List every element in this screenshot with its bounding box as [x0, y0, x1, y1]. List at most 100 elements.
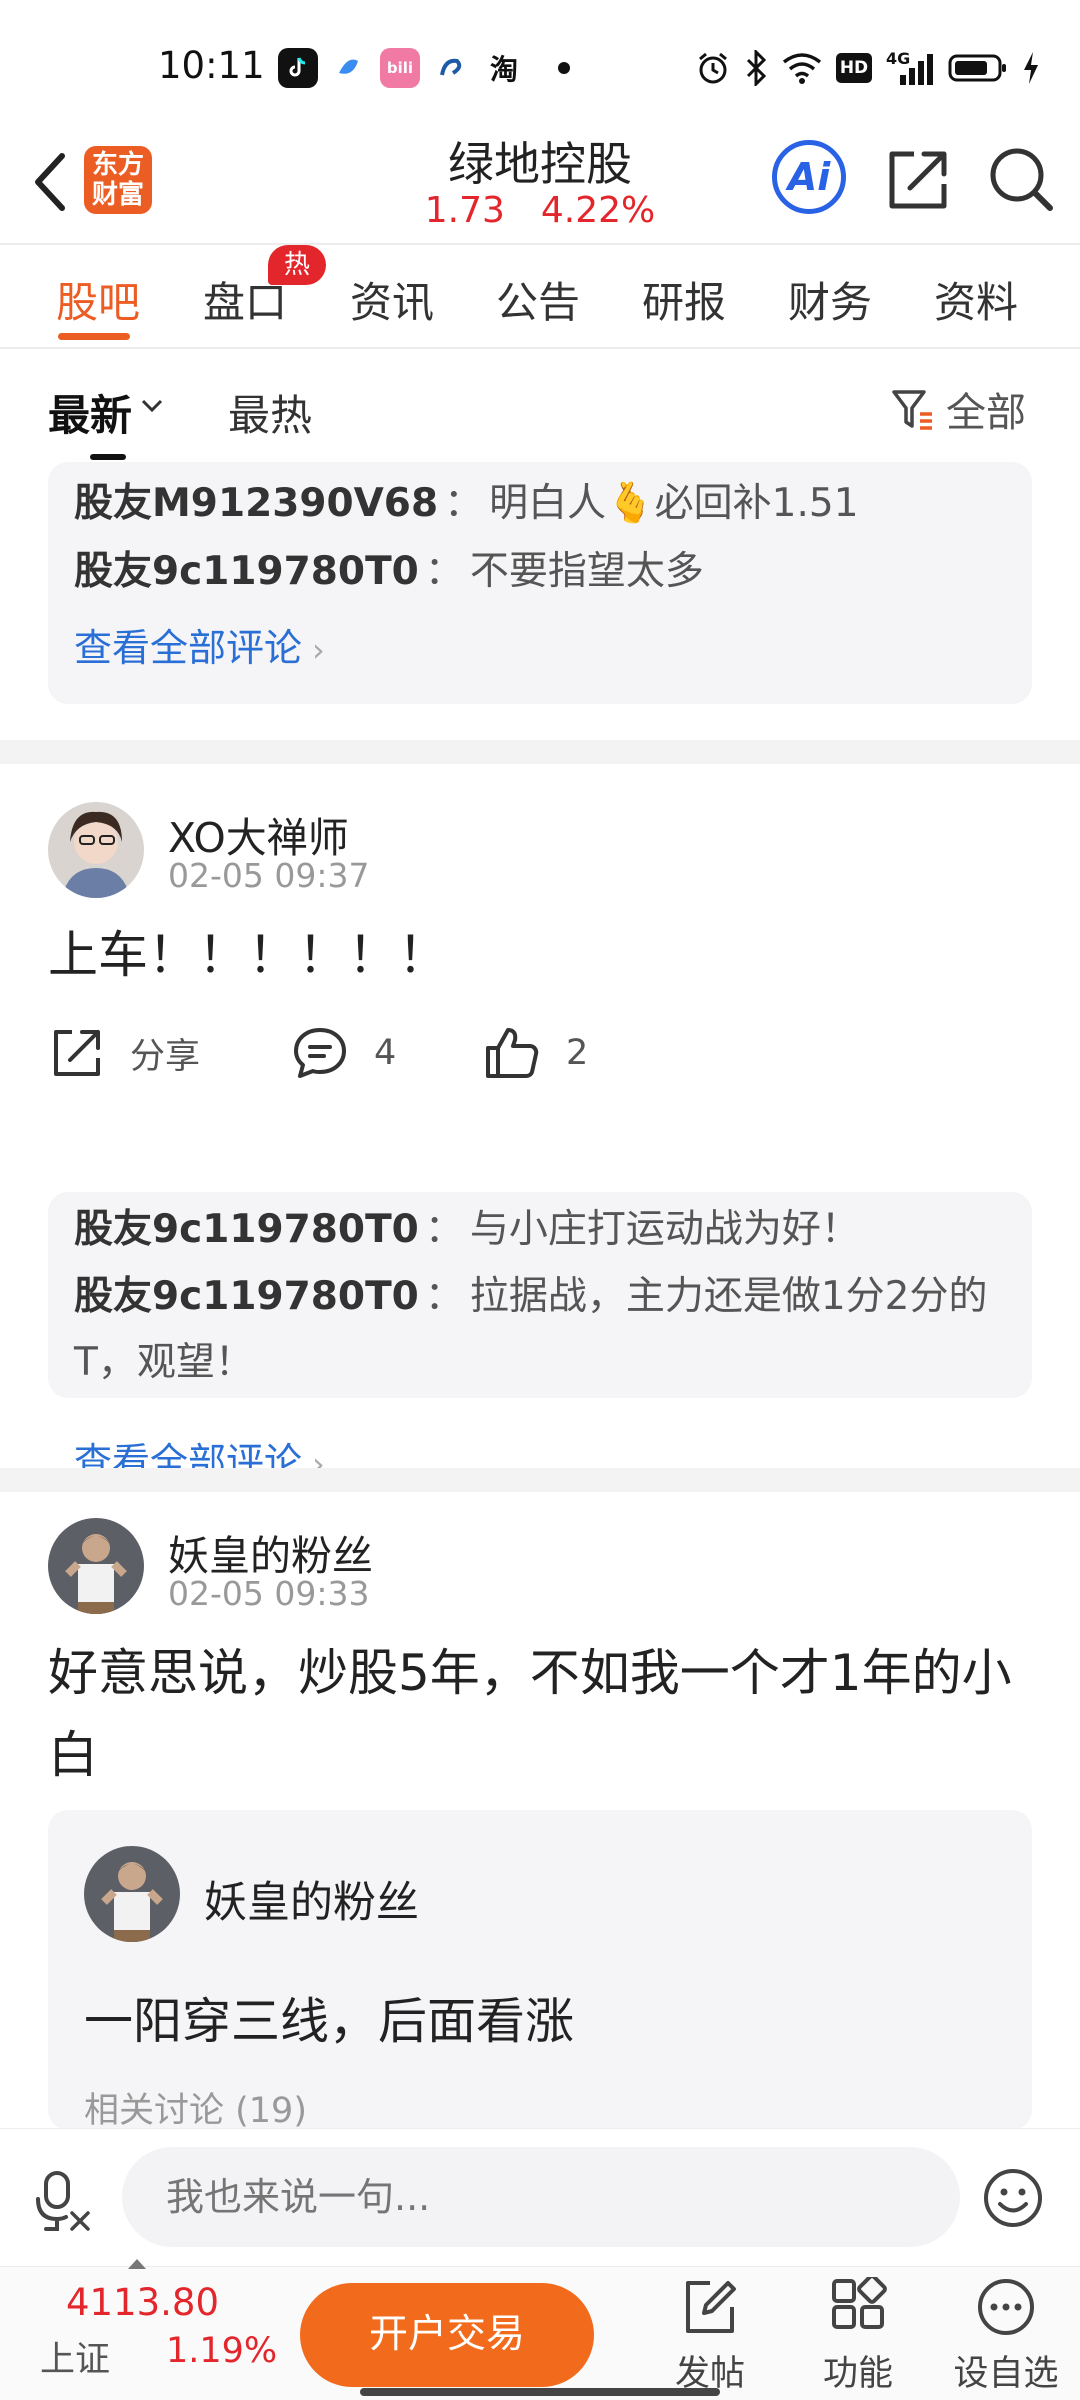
charging-icon [1024, 52, 1038, 84]
status-icons: HD 4G [696, 48, 1040, 88]
network-type-label: 4G [886, 49, 911, 68]
comment-user[interactable]: 股友9c119780T0 [74, 549, 419, 594]
more-notifications-dot [558, 62, 570, 74]
post-separator [0, 1468, 1080, 1492]
stock-price: 1.73 [424, 190, 505, 231]
nav-functions[interactable]: 功能 [798, 2277, 918, 2396]
avatar[interactable] [48, 1518, 144, 1614]
index-value[interactable]: 4113.80 [66, 2281, 219, 2324]
see-all-comments-link[interactable]: 查看全部评论 › [74, 614, 1006, 684]
stock-header: 东方 财富 绿地控股 1.73 4.22% Ai [0, 120, 1080, 244]
swirl-app-icon [432, 48, 472, 88]
filter-button[interactable]: 全部 [890, 380, 1026, 438]
emoji-button[interactable] [982, 2167, 1044, 2229]
hd-icon: HD [836, 53, 872, 83]
status-time: 10:11 [158, 44, 265, 87]
hot-badge: 热 [268, 245, 326, 285]
active-tab-underline [58, 333, 130, 340]
home-indicator[interactable] [360, 2388, 720, 2396]
comment-user[interactable]: 股友9c119780T0 [74, 1274, 419, 1319]
tab-research[interactable]: 研报 [642, 269, 726, 330]
filter-icon [892, 390, 932, 430]
quoted-username[interactable]: 妖皇的粉丝 [204, 1868, 419, 1930]
comment-item[interactable]: 股友9c119780T0：不要指望太多 [74, 538, 1006, 606]
avatar[interactable] [84, 1846, 180, 1942]
sort-hot-button[interactable]: 最热 [228, 382, 312, 443]
share-icon [54, 1030, 100, 1076]
nav-add-watchlist[interactable]: 设自选 [946, 2277, 1066, 2396]
share-action[interactable]: 分享 [50, 1026, 200, 1080]
taobao-icon: 淘 [484, 48, 524, 88]
edit-icon [686, 2281, 736, 2333]
comment-user[interactable]: 股友9c119780T0 [74, 1207, 419, 1252]
comment-icon [294, 1028, 346, 1078]
more-circle-icon [978, 2279, 1034, 2335]
chevron-down-icon [141, 399, 163, 413]
tab-profile[interactable]: 资料 [934, 269, 1018, 330]
ai-assistant-button[interactable]: Ai [772, 140, 846, 214]
open-account-button[interactable]: 开户交易 [300, 2283, 594, 2387]
nav-functions-label: 功能 [822, 2354, 893, 2394]
sort-latest-button[interactable]: 最新 [48, 382, 132, 443]
post-content[interactable]: 好意思说，炒股5年，不如我一个才1年的小白 [48, 1632, 1038, 1796]
bluetooth-icon [746, 50, 767, 86]
share-button[interactable] [884, 144, 954, 214]
like-count: 2 [566, 1033, 589, 1073]
microphone-icon [36, 2171, 90, 2231]
related-discussions[interactable]: 相关讨论 (19) [84, 2082, 307, 2128]
nav-add-watchlist-label: 设自选 [953, 2354, 1059, 2394]
comment-user[interactable]: 股友M912390V68 [74, 481, 438, 526]
post-separator [0, 740, 1080, 764]
index-name: 上证 [40, 2340, 111, 2380]
emoji-icon [984, 2169, 1042, 2227]
post-username[interactable]: 妖皇的粉丝 [168, 1522, 373, 1582]
sort-active-indicator [90, 454, 126, 460]
post-card[interactable]: XO大禅师 02-05 09:37 上车！！！！！！ 分享 4 2 股友9c11… [0, 764, 1080, 1484]
like-action[interactable]: 2 [484, 1026, 588, 1080]
post-content[interactable]: 上车！！！！！！ [48, 914, 1038, 996]
share-icon [889, 151, 947, 209]
tab-announcements[interactable]: 公告 [496, 269, 580, 330]
comment-text: 明白人🫰必回补1.51 [489, 481, 859, 526]
post-time: 02-05 09:37 [168, 856, 370, 895]
thumbs-up-icon [486, 1028, 539, 1078]
index-expand-caret[interactable] [128, 2259, 146, 2269]
search-button[interactable] [986, 144, 1056, 214]
comment-action[interactable]: 4 [292, 1026, 396, 1080]
post-card[interactable]: 妖皇的粉丝 02-05 09:33 好意思说，炒股5年，不如我一个才1年的小白 … [0, 1492, 1080, 2128]
bilibili-icon: bili [380, 48, 420, 88]
index-change: 1.19% [166, 2331, 278, 2371]
comment-text: 与小庄打运动战为好！ [469, 1207, 860, 1252]
tabs-divider [0, 347, 1080, 349]
tab-news[interactable]: 资讯 [350, 269, 434, 330]
post-time: 02-05 09:33 [168, 1574, 370, 1613]
tab-guba[interactable]: 股吧 [56, 269, 140, 330]
comment-input-bar [0, 2128, 1080, 2266]
tiktok-icon [278, 48, 318, 88]
comment-count: 4 [374, 1033, 397, 1073]
post-feed[interactable]: 股友M912390V68：明白人🫰必回补1.51 股友9c119780T0：不要… [0, 462, 1080, 2128]
comment-item[interactable]: 股友M912390V68：明白人🫰必回补1.51 [74, 470, 1006, 538]
signal-icon: 4G [886, 49, 934, 85]
voice-input-button[interactable] [32, 2169, 96, 2233]
sort-row: 最新 最热 全部 [0, 350, 1080, 460]
tab-finance[interactable]: 财务 [788, 269, 872, 330]
wifi-icon [782, 53, 822, 84]
quoted-content: 一阳穿三线，后面看涨 [84, 1993, 575, 2050]
comment-item[interactable]: 股友9c119780T0：与小庄打运动战为好！ [74, 1196, 1006, 1264]
comment-preview-box: 股友9c119780T0：与小庄打运动战为好！ 股友9c119780T0：拉据战… [48, 1192, 1032, 1398]
grid-icon [832, 2277, 887, 2329]
post-username[interactable]: XO大禅师 [168, 804, 349, 864]
browser-app-icon [328, 48, 368, 88]
search-icon [990, 148, 1053, 211]
quoted-post-card[interactable]: 妖皇的粉丝 一阳穿三线，后面看涨 相关讨论 (19) [48, 1810, 1032, 2128]
comment-text: 不要指望太多 [469, 549, 704, 594]
avatar[interactable] [48, 802, 144, 898]
comment-input[interactable] [122, 2147, 960, 2247]
filter-label: 全部 [946, 390, 1026, 436]
alarm-icon [699, 52, 727, 84]
nav-post[interactable]: 发帖 [650, 2277, 770, 2396]
comment-item[interactable]: 股友9c119780T0：拉据战，主力还是做1分2分的T，观望！ [74, 1264, 1006, 1396]
share-label: 分享 [130, 1036, 201, 1077]
section-tabs: 股吧 盘口 热 资讯 公告 研报 财务 资料 [0, 245, 1080, 345]
